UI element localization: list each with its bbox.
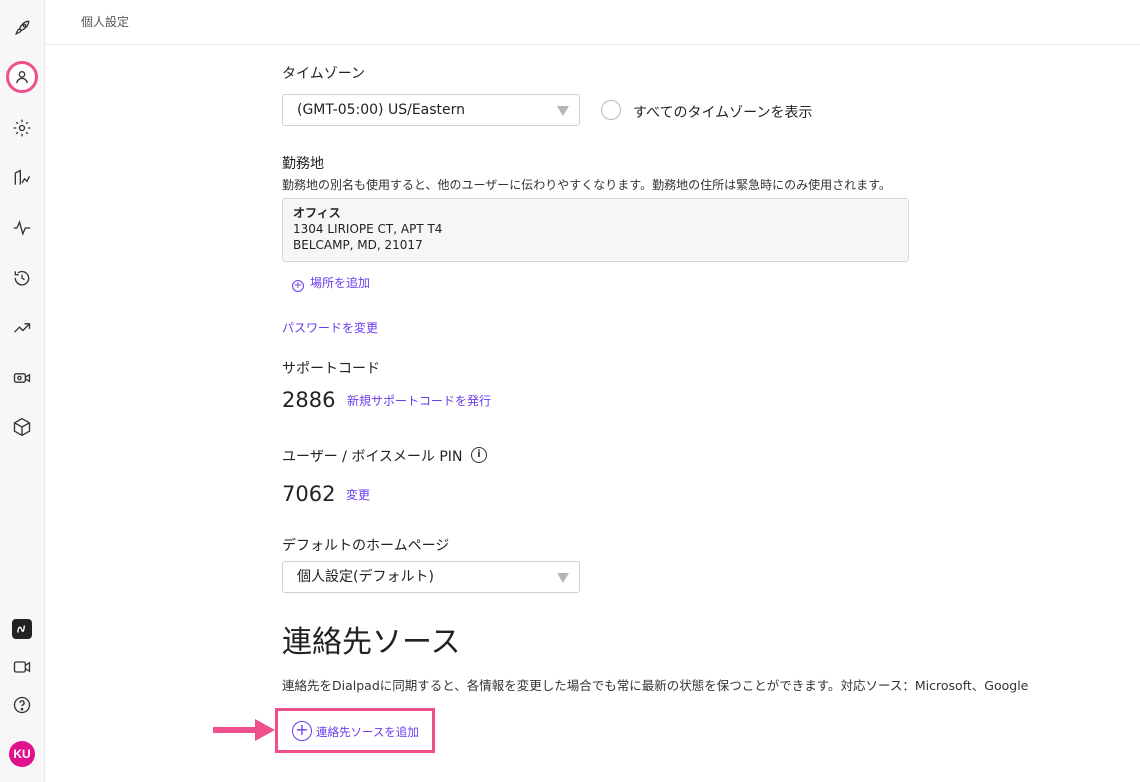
cube-icon[interactable] <box>0 411 44 443</box>
building-chart-icon[interactable] <box>0 162 44 194</box>
chevron-down-icon <box>557 573 569 583</box>
top-header: 個人設定 <box>45 0 1140 45</box>
add-contact-source-button[interactable]: + 連絡先ソースを追加 <box>275 708 435 753</box>
support-code-label: サポートコード <box>282 361 380 377</box>
work-location-card[interactable]: オフィス 1304 LIRIOPE CT, APT T4 BELCAMP, MD… <box>282 198 909 262</box>
plus-circle-icon: + <box>292 721 312 741</box>
breadcrumb: 個人設定 <box>81 15 130 29</box>
help-icon[interactable] <box>0 689 44 721</box>
contact-sources-description: 連絡先をDialpadに同期すると、各情報を変更した場合でも常に最新の状態を保つ… <box>282 678 1029 693</box>
trending-icon[interactable] <box>0 312 44 344</box>
add-contact-source-label: 連絡先ソースを追加 <box>316 725 419 739</box>
show-all-timezones-radio[interactable] <box>601 100 621 120</box>
show-all-timezones-label: すべてのタイムゾーンを表示 <box>633 105 813 121</box>
gear-icon[interactable] <box>0 112 44 144</box>
default-homepage-label: デフォルトのホームページ <box>282 538 450 554</box>
plus-circle-icon: + <box>292 280 304 292</box>
pin-value: 7062 <box>282 482 336 506</box>
history-icon[interactable] <box>0 262 44 294</box>
rocket-icon[interactable] <box>0 12 44 44</box>
timezone-label: タイムゾーン <box>282 66 366 82</box>
app-logo-icon[interactable] <box>0 613 44 645</box>
sidebar: KU <box>0 0 45 782</box>
change-password-link[interactable]: パスワードを変更 <box>282 319 378 336</box>
default-homepage-select[interactable]: 個人設定(デフォルト) <box>282 561 580 593</box>
timezone-selected-value: (GMT-05:00) US/Eastern <box>297 102 466 118</box>
new-support-code-link[interactable]: 新規サポートコードを発行 <box>347 392 491 409</box>
change-pin-link[interactable]: 変更 <box>346 486 370 503</box>
user-avatar[interactable]: KU <box>0 738 44 770</box>
video-icon[interactable] <box>0 651 44 683</box>
work-location-label: 勤務地 <box>282 156 324 172</box>
location-name: オフィス <box>293 206 341 220</box>
location-address-line2: BELCAMP, MD, 21017 <box>293 238 423 252</box>
add-location-link[interactable]: + 場所を追加 <box>292 274 370 292</box>
user-icon[interactable] <box>0 61 44 93</box>
pointer-arrow-icon <box>213 719 275 741</box>
location-address-line1: 1304 LIRIOPE CT, APT T4 <box>293 222 443 236</box>
chevron-down-icon <box>557 106 569 116</box>
activity-icon[interactable] <box>0 212 44 244</box>
video-camera-icon[interactable] <box>0 362 44 394</box>
timezone-select[interactable]: (GMT-05:00) US/Eastern <box>282 94 580 126</box>
contact-sources-heading: 連絡先ソース <box>282 625 461 660</box>
pin-label: ユーザー / ボイスメール PIN <box>282 449 463 465</box>
homepage-selected-value: 個人設定(デフォルト) <box>297 569 434 585</box>
info-icon[interactable]: i <box>471 447 487 463</box>
support-code-value: 2886 <box>282 388 336 412</box>
add-location-label: 場所を追加 <box>310 276 371 290</box>
avatar-initials: KU <box>9 741 35 767</box>
work-location-description: 勤務地の別名も使用すると、他のユーザーに伝わりやすくなります。勤務地の住所は緊急… <box>282 178 891 192</box>
